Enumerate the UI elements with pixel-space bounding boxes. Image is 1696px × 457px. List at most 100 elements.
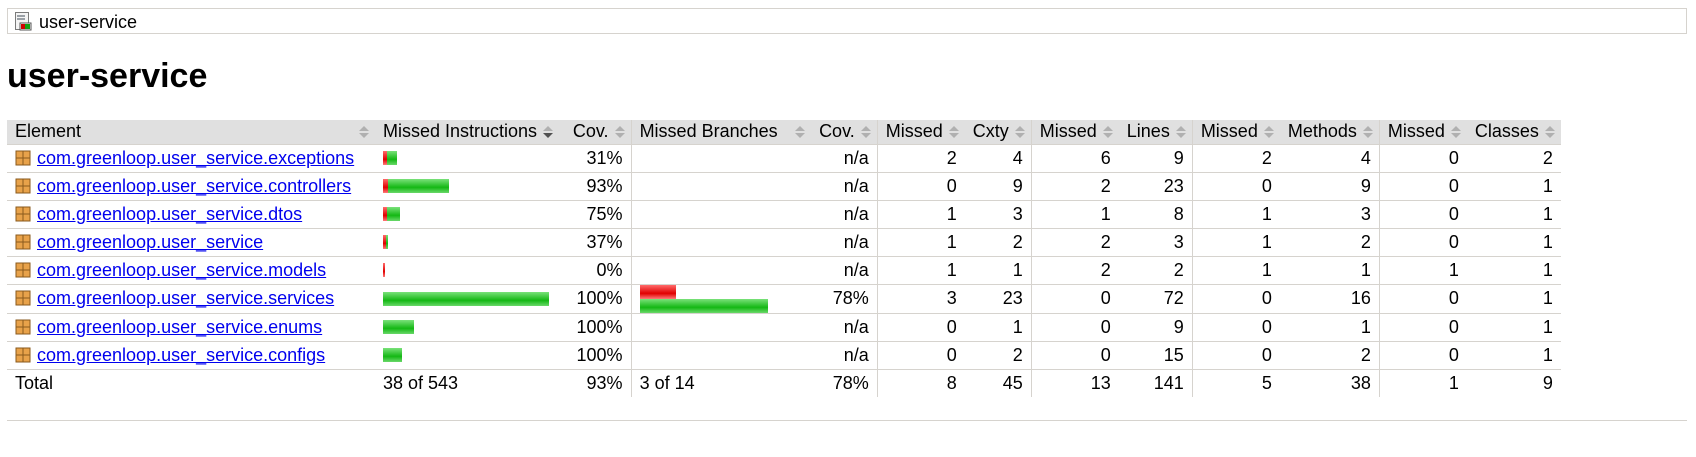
covered-segment (383, 291, 549, 306)
cell-lines: 15 (1118, 341, 1193, 370)
header-classes-missed[interactable]: Missed (1378, 120, 1467, 145)
package-link[interactable]: com.greenloop.user_service.controllers (37, 176, 351, 196)
cell-methods: 2 (1279, 228, 1380, 257)
package-link[interactable]: com.greenloop.user_service.exceptions (37, 148, 354, 168)
cell-instr-bar (375, 313, 560, 342)
table-row: com.greenloop.user_service 37% n/a 1 2 2 3 1 2 0 1 (7, 228, 1561, 257)
package-icon (15, 347, 31, 362)
package-icon (15, 150, 31, 165)
header-cxty-missed[interactable]: Missed (876, 120, 965, 145)
covered-segment (386, 235, 388, 249)
cell-classes: 2 (1466, 144, 1561, 173)
cell-cxty-missed: 0 (876, 313, 965, 342)
total-instr-cov: 93% (559, 368, 632, 397)
table-row: com.greenloop.user_service.services 100% 7… (7, 284, 1561, 314)
cell-cxty-missed: 0 (876, 341, 965, 370)
cell-methods-missed: 0 (1191, 313, 1280, 342)
cell-classes-missed: 0 (1378, 200, 1467, 229)
cell-classes: 1 (1466, 200, 1561, 229)
covered-segment (388, 179, 449, 193)
cell-element: com.greenloop.user_service (7, 228, 375, 257)
cell-branch-bar (630, 313, 812, 342)
total-lines-missed: 13 (1030, 368, 1119, 397)
cell-cxty-missed: 2 (876, 144, 965, 173)
cell-instr-cov: 0% (559, 256, 632, 285)
cell-branch-bar (630, 256, 812, 285)
cell-classes: 1 (1466, 228, 1561, 257)
header-lines[interactable]: Lines (1118, 120, 1193, 145)
cell-lines-missed: 0 (1030, 341, 1119, 370)
header-methods-missed[interactable]: Missed (1191, 120, 1280, 145)
header-cxty[interactable]: Cxty (964, 120, 1032, 145)
package-link[interactable]: com.greenloop.user_service.configs (37, 345, 325, 365)
header-classes[interactable]: Classes (1466, 120, 1561, 145)
cell-instr-bar (375, 228, 560, 257)
cell-lines: 72 (1118, 284, 1193, 314)
cell-lines-missed: 0 (1030, 313, 1119, 342)
cell-instr-bar (375, 172, 560, 201)
package-link[interactable]: com.greenloop.user_service (37, 232, 263, 252)
package-link[interactable]: com.greenloop.user_service.dtos (37, 204, 302, 224)
cell-cxty: 1 (964, 256, 1032, 285)
cell-cxty: 3 (964, 200, 1032, 229)
total-cxty: 45 (964, 368, 1032, 397)
instr-coverage-bar (383, 291, 551, 306)
package-icon (15, 178, 31, 193)
instr-coverage-bar (383, 179, 551, 193)
cell-branch-cov: n/a (811, 172, 878, 201)
cell-cxty: 1 (964, 313, 1032, 342)
cell-branch-bar (630, 341, 812, 370)
instr-coverage-bar (383, 263, 551, 277)
header-missed-branches[interactable]: Missed Branches (630, 120, 812, 145)
cell-methods: 4 (1279, 144, 1380, 173)
cell-lines-missed: 2 (1030, 256, 1119, 285)
header-element[interactable]: Element (7, 120, 375, 145)
cell-lines: 9 (1118, 313, 1193, 342)
cell-methods: 9 (1279, 172, 1380, 201)
header-branch-cov[interactable]: Cov. (811, 120, 878, 145)
cell-classes-missed: 0 (1378, 341, 1467, 370)
cell-instr-bar (375, 284, 560, 314)
cell-lines: 2 (1118, 256, 1193, 285)
cell-classes-missed: 0 (1378, 144, 1467, 173)
cell-cxty-missed: 0 (876, 172, 965, 201)
page-title: user-service (7, 57, 208, 95)
table-row: com.greenloop.user_service.exceptions 31%… (7, 144, 1561, 173)
cell-methods: 16 (1279, 284, 1380, 314)
cell-branch-bar (630, 144, 812, 173)
header-lines-missed[interactable]: Missed (1030, 120, 1119, 145)
header-missed-instructions[interactable]: Missed Instructions (375, 120, 560, 145)
cell-instr-cov: 93% (559, 172, 632, 201)
instr-coverage-bar (383, 207, 551, 221)
cell-element: com.greenloop.user_service.exceptions (7, 144, 375, 173)
covered-segment (387, 151, 397, 165)
cell-element: com.greenloop.user_service.controllers (7, 172, 375, 201)
cell-branch-bar (630, 172, 812, 201)
header-instr-cov[interactable]: Cov. (559, 120, 632, 145)
total-instructions: 38 of 543 (375, 368, 560, 397)
table-row: com.greenloop.user_service.configs 100% n/… (7, 341, 1561, 370)
covered-segment (639, 298, 768, 313)
cell-methods: 3 (1279, 200, 1380, 229)
package-link[interactable]: com.greenloop.user_service.enums (37, 317, 322, 337)
total-row: Total 38 of 543 93% 3 of 14 78% 8 45 13 … (7, 368, 1561, 397)
package-link[interactable]: com.greenloop.user_service.services (37, 288, 334, 308)
instr-coverage-bar (383, 348, 551, 362)
missed-segment (639, 284, 676, 299)
cell-classes-missed: 0 (1378, 172, 1467, 201)
cell-cxty: 2 (964, 228, 1032, 257)
covered-segment (387, 207, 400, 221)
header-methods[interactable]: Methods (1279, 120, 1380, 145)
cell-branch-bar (630, 228, 812, 257)
instr-coverage-bar (383, 151, 551, 165)
cell-branch-cov: n/a (811, 144, 878, 173)
cell-methods-missed: 1 (1191, 228, 1280, 257)
cell-classes-missed: 0 (1378, 228, 1467, 257)
package-link[interactable]: com.greenloop.user_service.models (37, 260, 326, 280)
cell-element: com.greenloop.user_service.dtos (7, 200, 375, 229)
cell-element: com.greenloop.user_service.configs (7, 341, 375, 370)
total-methods: 38 (1279, 368, 1380, 397)
total-classes-missed: 1 (1378, 368, 1467, 397)
breadcrumb-label: user-service (39, 12, 138, 32)
cell-instr-cov: 100% (559, 313, 632, 342)
